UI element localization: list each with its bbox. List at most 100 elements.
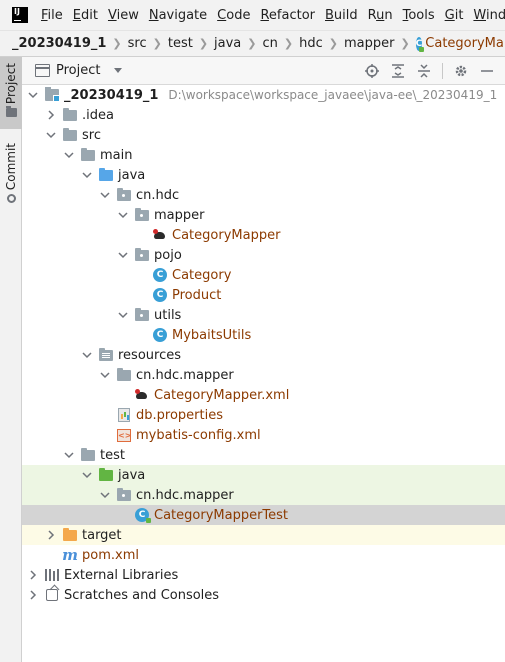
tree-row-src[interactable]: src [22, 125, 505, 145]
tree-row-main-java[interactable]: java [22, 165, 505, 185]
menu-build[interactable]: Build [325, 8, 358, 23]
menu-navigate[interactable]: Navigate [149, 8, 207, 23]
menu-bar: IJ File Edit View Navigate Code Refactor… [0, 0, 505, 30]
menu-window[interactable]: Windo [473, 8, 505, 23]
chevron-right-icon: ❯ [247, 37, 257, 50]
gear-icon[interactable] [453, 63, 469, 79]
menu-view[interactable]: View [108, 8, 139, 23]
tree-label: src [82, 127, 101, 143]
chevron-right-icon: ❯ [328, 37, 338, 50]
tree-row-category[interactable]: C Category [22, 265, 505, 285]
tree-row-utils[interactable]: utils [22, 305, 505, 325]
chevron-down-icon[interactable] [118, 250, 128, 260]
tree-label: mapper [154, 207, 205, 223]
breadcrumb-mapper[interactable]: mapper [344, 36, 394, 51]
tree-label: Scratches and Consoles [64, 587, 220, 603]
collapse-all-icon[interactable] [416, 63, 432, 79]
class-test-icon: C [415, 36, 424, 52]
class-icon: C [152, 327, 168, 343]
chevron-down-icon[interactable] [100, 190, 110, 200]
tree-label: MybaitsUtils [172, 327, 252, 343]
mybatis-mapper-icon [152, 227, 168, 243]
package-icon [116, 187, 132, 203]
libraries-icon [44, 567, 60, 583]
tree-label: .idea [82, 107, 114, 123]
tree-row-res-cn-hdc-mapper[interactable]: cn.hdc.mapper [22, 365, 505, 385]
tab-commit[interactable]: Commit [0, 137, 22, 204]
tree-row-external-libraries[interactable]: External Libraries [22, 565, 505, 585]
scratches-icon [44, 587, 60, 603]
chevron-right-icon[interactable] [46, 530, 56, 540]
chevron-down-icon[interactable] [100, 370, 110, 380]
chevron-down-icon[interactable] [64, 150, 74, 160]
locate-icon[interactable] [364, 63, 380, 79]
breadcrumb-file[interactable]: CategoryMapperTest [425, 36, 505, 51]
breadcrumb-hdc[interactable]: hdc [299, 36, 323, 51]
chevron-down-icon[interactable] [46, 130, 56, 140]
menu-tools[interactable]: Tools [403, 8, 435, 23]
chevron-right-icon[interactable] [28, 590, 38, 600]
navigation-bar: _20230419_1 ❯ src ❯ test ❯ java ❯ cn ❯ h… [0, 30, 505, 57]
tree-row-test[interactable]: test [22, 445, 505, 465]
tree-row-test-cn-hdc-mapper[interactable]: cn.hdc.mapper [22, 485, 505, 505]
chevron-right-icon[interactable] [46, 110, 56, 120]
tree-row-mybaits-utils[interactable]: C MybaitsUtils [22, 325, 505, 345]
commit-icon [6, 194, 16, 204]
tree-label: mybatis-config.xml [136, 427, 261, 443]
chevron-down-icon[interactable] [28, 90, 38, 100]
breadcrumb-cn[interactable]: cn [263, 36, 278, 51]
panel-title[interactable]: Project [56, 63, 100, 78]
tree-row-main[interactable]: main [22, 145, 505, 165]
breadcrumb-java[interactable]: java [214, 36, 241, 51]
tree-row-category-mapper[interactable]: CategoryMapper [22, 225, 505, 245]
chevron-down-icon[interactable] [100, 490, 110, 500]
breadcrumb-src[interactable]: src [128, 36, 147, 51]
chevron-down-icon[interactable] [82, 350, 92, 360]
tree-row-idea[interactable]: .idea [22, 105, 505, 125]
tree-row-project-root[interactable]: _20230419_1 D:\workspace\workspace_javae… [22, 85, 505, 105]
tree-row-pojo[interactable]: pojo [22, 245, 505, 265]
tree-row-test-java[interactable]: java [22, 465, 505, 485]
chevron-right-icon: ❯ [152, 37, 162, 50]
chevron-down-icon[interactable] [114, 68, 123, 73]
chevron-down-icon[interactable] [118, 310, 128, 320]
minimize-icon[interactable] [479, 63, 495, 79]
test-source-folder-icon [98, 467, 114, 483]
chevron-down-icon[interactable] [82, 470, 92, 480]
tree-row-resources[interactable]: resources [22, 345, 505, 365]
tree-row-target[interactable]: target [22, 525, 505, 545]
folder-icon [62, 107, 78, 123]
tree-row-cn-hdc[interactable]: cn.hdc [22, 185, 505, 205]
breadcrumb-test[interactable]: test [168, 36, 193, 51]
resources-folder-icon [98, 347, 114, 363]
maven-icon: m [62, 546, 78, 564]
tab-project[interactable]: Project [0, 57, 22, 129]
tree-row-category-mapper-xml[interactable]: CategoryMapper.xml [22, 385, 505, 405]
chevron-down-icon[interactable] [82, 170, 92, 180]
properties-file-icon [116, 407, 132, 423]
menu-refactor[interactable]: Refactor [260, 8, 315, 23]
breadcrumb-project[interactable]: _20230419_1 [12, 36, 106, 51]
chevron-right-icon[interactable] [28, 570, 38, 580]
menu-edit[interactable]: Edit [73, 8, 98, 23]
expand-all-icon[interactable] [390, 63, 406, 79]
tree-row-mybatis-config[interactable]: <> mybatis-config.xml [22, 425, 505, 445]
menu-code[interactable]: Code [217, 8, 250, 23]
tree-row-mapper[interactable]: mapper [22, 205, 505, 225]
chevron-down-icon[interactable] [64, 450, 74, 460]
chevron-down-icon[interactable] [118, 210, 128, 220]
intellij-logo-icon[interactable]: IJ [12, 7, 28, 23]
tree-row-scratches[interactable]: Scratches and Consoles [22, 585, 505, 605]
tree-row-db-properties[interactable]: db.properties [22, 405, 505, 425]
tree-label: External Libraries [64, 567, 179, 583]
source-folder-icon [98, 167, 114, 183]
menu-file[interactable]: File [41, 8, 63, 23]
tree-row-category-mapper-test[interactable]: C CategoryMapperTest [22, 505, 505, 525]
tree-row-product[interactable]: C Product [22, 285, 505, 305]
xml-file-icon: <> [117, 428, 132, 442]
tree-row-pom[interactable]: m pom.xml [22, 545, 505, 565]
menu-git[interactable]: Git [445, 8, 464, 23]
tree-label: cn.hdc.mapper [136, 367, 234, 383]
menu-run[interactable]: Run [368, 8, 393, 23]
class-icon: C [152, 267, 168, 283]
